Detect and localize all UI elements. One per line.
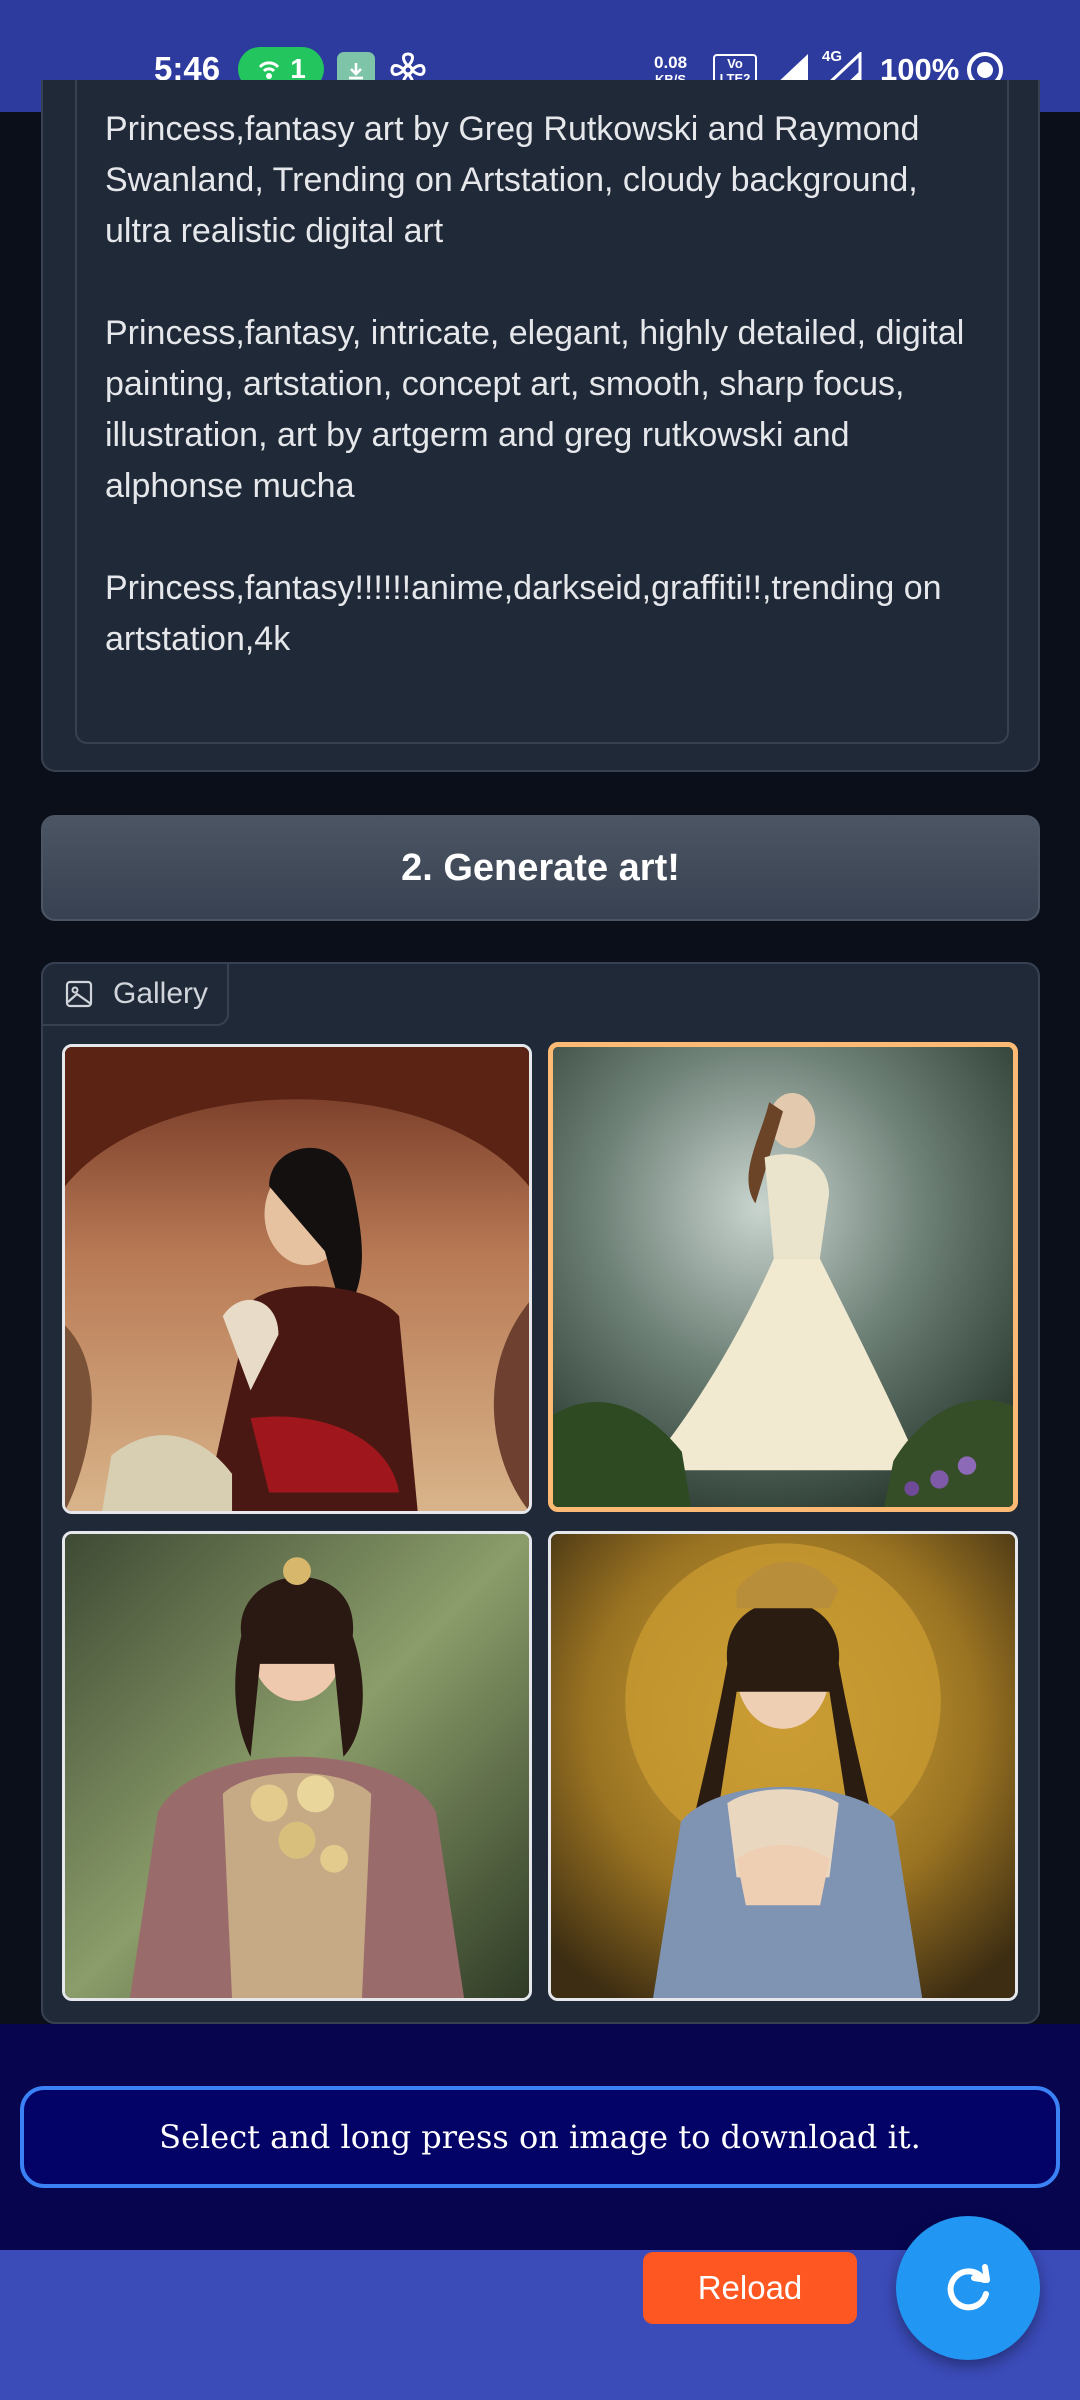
download-notice: Select and long press on image to downlo… (20, 2086, 1060, 2188)
gallery-tab-label: Gallery (113, 977, 209, 1010)
refresh-icon (947, 2264, 990, 2311)
prompt-textarea[interactable]: Princess,fantasy art by Greg Rutkowski a… (75, 80, 1009, 744)
bottom-area: Select and long press on image to downlo… (0, 2024, 1080, 2250)
prompt-panel: Princess,fantasy art by Greg Rutkowski a… (41, 80, 1040, 772)
gallery-image-2[interactable] (548, 1042, 1018, 1512)
generate-art-button[interactable]: 2. Generate art! (41, 815, 1040, 921)
prompt-text: Princess,fantasy art by Greg Rutkowski a… (105, 110, 965, 658)
reload-button[interactable]: Reload (643, 2252, 857, 2324)
gallery-tab: Gallery (41, 962, 229, 1026)
image-icon (65, 980, 93, 1008)
gallery-panel: Gallery (41, 962, 1040, 2024)
hotspot-icon (259, 61, 280, 79)
refresh-fab[interactable] (896, 2216, 1040, 2360)
princess-portrait-red-dress-image (65, 1047, 529, 1511)
princess-pink-gown-flowers-image (65, 1534, 529, 1998)
gallery-image-1[interactable] (62, 1044, 532, 1514)
gallery-image-4[interactable] (548, 1531, 1018, 2001)
princess-blue-dress-gold-image (551, 1534, 1015, 1998)
princess-white-gown-forest-image (553, 1047, 1013, 1507)
gallery-image-3[interactable] (62, 1531, 532, 2001)
